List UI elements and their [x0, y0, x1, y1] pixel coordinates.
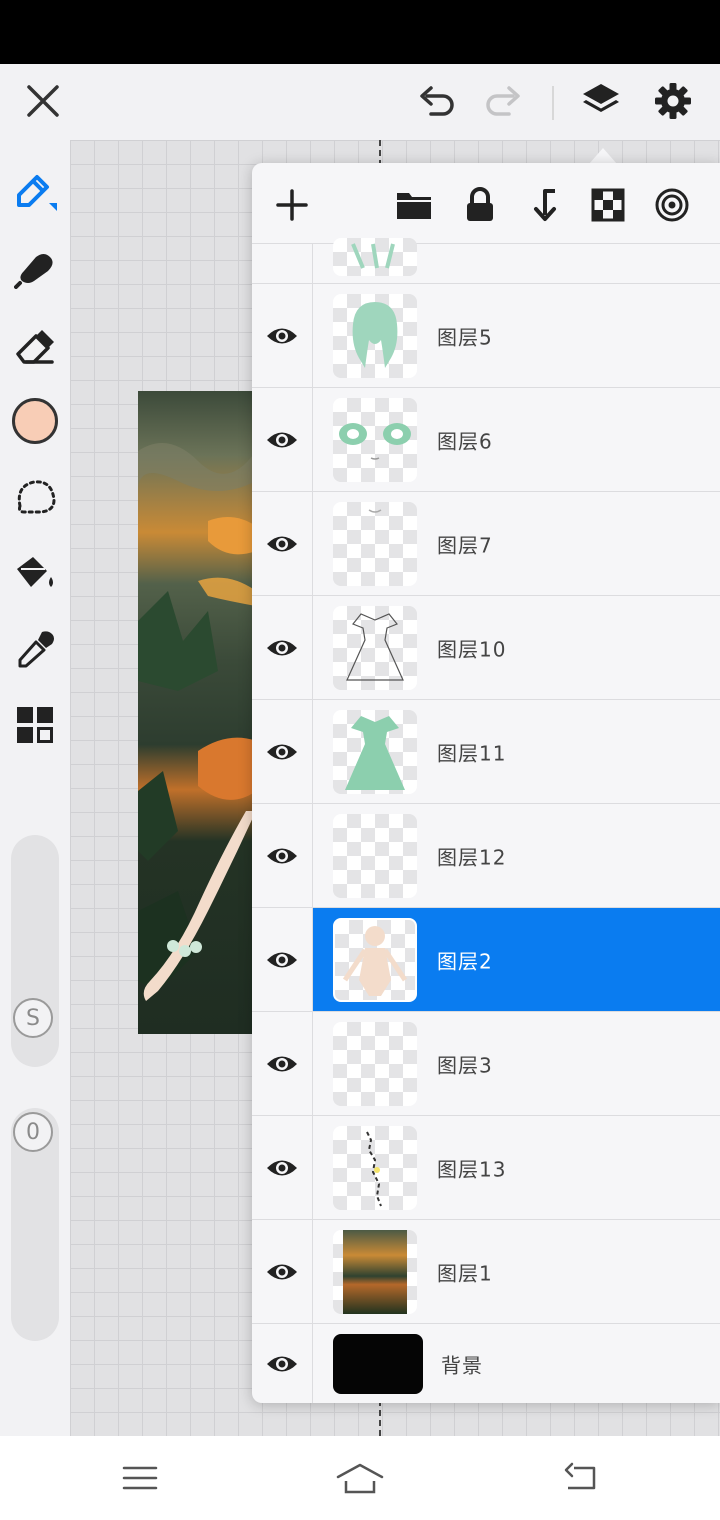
close-icon[interactable]: [22, 80, 64, 122]
layer-thumbnail: [333, 606, 417, 690]
artwork-preview: [138, 391, 256, 1034]
layer-row-selected[interactable]: 图层2: [252, 907, 720, 1012]
layer-name: 图层3: [437, 1053, 493, 1078]
layer-name: 图层11: [437, 741, 507, 766]
layer-name: 图层2: [437, 949, 493, 974]
merge-down-icon[interactable]: [524, 185, 564, 225]
eye-icon[interactable]: [252, 804, 313, 908]
status-bar: [0, 0, 720, 64]
background-thumbnail: [333, 1334, 423, 1394]
layer-row[interactable]: 图层11: [252, 699, 720, 804]
layer-name: 图层6: [437, 429, 493, 454]
eye-icon[interactable]: [252, 1012, 313, 1116]
lock-icon[interactable]: [460, 185, 500, 225]
layer-row-partial[interactable]: [252, 238, 720, 284]
brush-opacity-knob[interactable]: 0: [13, 1112, 53, 1152]
layer-thumbnail: [333, 814, 417, 898]
layer-list[interactable]: 图层5 图层6 图层7 图层10 图层11 图层12 图层2 图层3 图层13 …: [252, 238, 720, 1403]
eye-icon[interactable]: [252, 284, 313, 388]
grid-icon[interactable]: [10, 700, 60, 750]
layer-thumbnail: [333, 1022, 417, 1106]
layer-row[interactable]: 图层13: [252, 1115, 720, 1220]
layers-icon[interactable]: [578, 78, 624, 124]
layer-row[interactable]: 图层12: [252, 803, 720, 908]
color-swatch[interactable]: [10, 396, 60, 446]
layer-thumbnail: [333, 918, 417, 1002]
pen-icon[interactable]: [10, 166, 60, 216]
layer-thumbnail: [333, 238, 417, 276]
layer-panel: 图层5 图层6 图层7 图层10 图层11 图层12 图层2 图层3 图层13 …: [252, 163, 720, 1403]
layer-thumbnail: [333, 1230, 417, 1314]
layer-thumbnail: [333, 710, 417, 794]
layer-row[interactable]: 图层7: [252, 491, 720, 596]
layer-name: 图层7: [437, 533, 493, 558]
layer-name: 图层1: [437, 1261, 493, 1286]
gear-icon[interactable]: [651, 79, 695, 123]
eye-icon[interactable]: [252, 700, 313, 804]
back-icon[interactable]: [552, 1454, 608, 1502]
layer-row[interactable]: 图层5: [252, 283, 720, 388]
undo-icon[interactable]: [414, 80, 460, 122]
add-layer-icon[interactable]: [272, 185, 312, 225]
layer-row[interactable]: 图层3: [252, 1011, 720, 1116]
eye-icon[interactable]: [252, 596, 313, 700]
eye-icon[interactable]: [252, 492, 313, 596]
smudge-icon[interactable]: [10, 243, 60, 293]
lasso-icon[interactable]: [10, 472, 60, 522]
fill-bucket-icon[interactable]: [10, 548, 60, 598]
background-layer-row[interactable]: 背景: [252, 1323, 720, 1403]
eye-icon[interactable]: [252, 1116, 313, 1220]
eraser-icon[interactable]: [10, 322, 60, 372]
brush-size-knob[interactable]: S: [13, 998, 53, 1038]
target-icon[interactable]: [652, 185, 692, 225]
layer-thumbnail: [333, 1126, 417, 1210]
layer-thumbnail: [333, 502, 417, 586]
layer-name: 图层13: [437, 1157, 507, 1182]
layer-name: 图层5: [437, 325, 493, 350]
eye-icon[interactable]: [252, 1324, 313, 1403]
eyedropper-icon[interactable]: [10, 624, 60, 674]
eye-icon[interactable]: [252, 1220, 313, 1324]
transparency-icon[interactable]: [588, 185, 628, 225]
layer-row[interactable]: 图层10: [252, 595, 720, 700]
layer-thumbnail: [333, 398, 417, 482]
layer-name: 图层12: [437, 845, 507, 870]
folder-icon[interactable]: [394, 185, 434, 225]
layer-eye-cell: [252, 244, 313, 284]
layer-thumbnail: [333, 294, 417, 378]
redo-icon[interactable]: [480, 80, 526, 122]
menu-icon[interactable]: [112, 1454, 168, 1502]
panel-pointer: [589, 148, 617, 164]
layer-name: 图层10: [437, 637, 507, 662]
toolbar-divider: [552, 86, 554, 120]
eye-icon[interactable]: [252, 388, 313, 492]
eye-icon[interactable]: [252, 908, 313, 1012]
layer-row[interactable]: 图层1: [252, 1219, 720, 1324]
layer-row[interactable]: 图层6: [252, 387, 720, 492]
home-icon[interactable]: [332, 1454, 388, 1502]
layer-name: 背景: [441, 1353, 483, 1378]
